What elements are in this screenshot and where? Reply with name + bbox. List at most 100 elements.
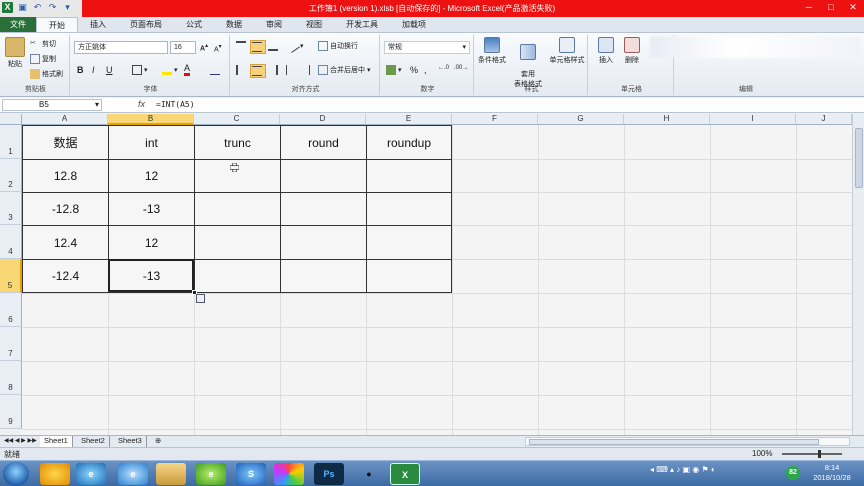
cell-e2[interactable] xyxy=(366,159,452,193)
format-as-table-button[interactable]: 套用 表格格式 xyxy=(512,37,544,89)
cell-e3[interactable] xyxy=(366,192,452,226)
cell-e5[interactable] xyxy=(366,259,452,293)
minimize-button[interactable]: ─ xyxy=(798,0,820,15)
tab-review[interactable]: 审阅 xyxy=(254,17,294,32)
tab-home[interactable]: 开始 xyxy=(36,17,78,32)
cell-c1[interactable]: trunc xyxy=(194,125,281,160)
underline-button[interactable]: U xyxy=(106,65,113,75)
column-header-g[interactable]: G xyxy=(538,114,624,125)
edge-browser-icon[interactable]: e xyxy=(76,463,106,485)
paste-button[interactable]: 粘贴 xyxy=(4,37,26,69)
percent-button[interactable]: % xyxy=(410,65,418,75)
align-middle-button[interactable] xyxy=(250,40,266,54)
vertical-scrollbar[interactable] xyxy=(852,114,864,435)
column-header-a[interactable]: A xyxy=(22,114,108,125)
italic-button[interactable]: I xyxy=(92,65,95,75)
cell-d3[interactable] xyxy=(280,192,367,226)
photoshop-icon[interactable]: Ps xyxy=(314,463,344,485)
sheet-nav-buttons[interactable]: ◀◀ ◀ ▶ ▶▶ xyxy=(0,436,41,447)
decrease-indent-button[interactable] xyxy=(286,65,298,75)
border-button[interactable]: ▾ xyxy=(132,65,148,75)
column-header-f[interactable]: F xyxy=(452,114,538,125)
maximize-button[interactable]: □ xyxy=(820,0,842,15)
fill-color-button[interactable]: ▾ xyxy=(162,65,178,75)
cell-e1[interactable]: roundup xyxy=(366,125,452,160)
close-button[interactable]: ✕ xyxy=(842,0,864,15)
align-left-button[interactable] xyxy=(236,65,248,75)
file-explorer-icon[interactable] xyxy=(156,463,186,485)
column-header-b[interactable]: B xyxy=(108,114,194,125)
cell-e4[interactable] xyxy=(366,225,452,260)
tab-insert[interactable]: 插入 xyxy=(78,17,118,32)
tab-addins[interactable]: 加载项 xyxy=(390,17,438,32)
column-header-c[interactable]: C xyxy=(194,114,280,125)
zoom-slider[interactable] xyxy=(782,450,842,458)
cell-a3[interactable]: -12.8 xyxy=(22,192,109,226)
copy-button[interactable]: 复制 xyxy=(30,54,56,65)
insert-function-button[interactable]: fx xyxy=(138,99,145,109)
wrap-text-button[interactable]: 自动换行 xyxy=(318,41,358,52)
zoom-level[interactable]: 100% xyxy=(752,449,772,458)
name-box[interactable]: B5 ▾ xyxy=(2,99,102,111)
row-header-4[interactable]: 4 xyxy=(0,225,22,259)
cell-d2[interactable] xyxy=(280,159,367,193)
align-center-button[interactable] xyxy=(250,64,266,78)
tab-view[interactable]: 视图 xyxy=(294,17,334,32)
align-bottom-button[interactable] xyxy=(268,41,280,51)
cut-button[interactable]: ✂ 剪切 xyxy=(30,39,56,49)
auto-fill-options-icon[interactable] xyxy=(196,294,205,303)
select-all-corner[interactable] xyxy=(0,114,22,125)
column-header-e[interactable]: E xyxy=(366,114,452,125)
badge-count[interactable]: 82 xyxy=(786,466,800,480)
conditional-format-button[interactable]: 条件格式 xyxy=(478,37,506,65)
comma-button[interactable]: , xyxy=(424,65,427,75)
increase-indent-button[interactable] xyxy=(300,65,312,75)
photos-icon[interactable] xyxy=(274,463,304,485)
row-header-2[interactable]: 2 xyxy=(0,159,22,192)
cell-a2[interactable]: 12.8 xyxy=(22,159,109,193)
bold-button[interactable]: B xyxy=(77,65,84,75)
horizontal-scrollbar[interactable] xyxy=(525,437,850,446)
horizontal-scroll-thumb[interactable] xyxy=(529,439,819,445)
360-browser-icon[interactable]: e xyxy=(196,463,226,485)
taskbar-clock[interactable]: 8:14 2018/10/28 xyxy=(806,463,858,483)
sheet-tab-2[interactable]: Sheet2 xyxy=(77,436,110,447)
cell-c4[interactable] xyxy=(194,225,281,260)
cell-a4[interactable]: 12.4 xyxy=(22,225,109,260)
row-header-7[interactable]: 7 xyxy=(0,327,22,361)
row-header-8[interactable]: 8 xyxy=(0,361,22,395)
currency-button[interactable]: ▾ xyxy=(386,65,402,75)
cell-b1[interactable]: int xyxy=(108,125,195,160)
tab-data[interactable]: 数据 xyxy=(214,17,254,32)
cell-b2[interactable]: 12 xyxy=(108,159,195,193)
formula-input[interactable]: =INT(A5) xyxy=(156,100,195,109)
cell-d5[interactable] xyxy=(280,259,367,293)
cell-a1[interactable]: 数据 xyxy=(22,125,109,160)
qq-icon[interactable]: ● xyxy=(354,463,384,485)
tab-developer[interactable]: 开发工具 xyxy=(334,17,390,32)
row-header-9[interactable]: 9 xyxy=(0,395,22,429)
column-header-d[interactable]: D xyxy=(280,114,366,125)
column-header-j[interactable]: J xyxy=(796,114,852,125)
row-header-1[interactable]: 1 xyxy=(0,125,22,159)
cell-b4[interactable]: 12 xyxy=(108,225,195,260)
cell-b3[interactable]: -13 xyxy=(108,192,195,226)
row-header-3[interactable]: 3 xyxy=(0,192,22,225)
decrease-decimal-button[interactable]: .00→ xyxy=(454,65,468,71)
insert-cells-button[interactable]: 插入 xyxy=(594,37,618,65)
tab-formulas[interactable]: 公式 xyxy=(174,17,214,32)
row-header-5[interactable]: 5 xyxy=(0,259,22,293)
cell-a5[interactable]: -12.4 xyxy=(22,259,109,293)
phonetic-button[interactable] xyxy=(210,65,222,75)
zoom-slider-knob[interactable] xyxy=(818,450,821,458)
delete-cells-button[interactable]: 删除 xyxy=(620,37,644,65)
number-format-select[interactable]: 常规 ▾ xyxy=(384,41,470,54)
start-button[interactable] xyxy=(3,462,29,486)
row-header-6[interactable]: 6 xyxy=(0,293,22,327)
merge-center-button[interactable]: 合并后居中 ▾ xyxy=(318,65,370,76)
vertical-scroll-thumb[interactable] xyxy=(855,128,863,188)
cell-styles-button[interactable]: 单元格样式 xyxy=(548,37,586,65)
new-sheet-icon[interactable]: ⊕ xyxy=(151,436,165,447)
tab-file[interactable]: 文件 xyxy=(0,17,36,32)
align-right-button[interactable] xyxy=(268,65,280,75)
